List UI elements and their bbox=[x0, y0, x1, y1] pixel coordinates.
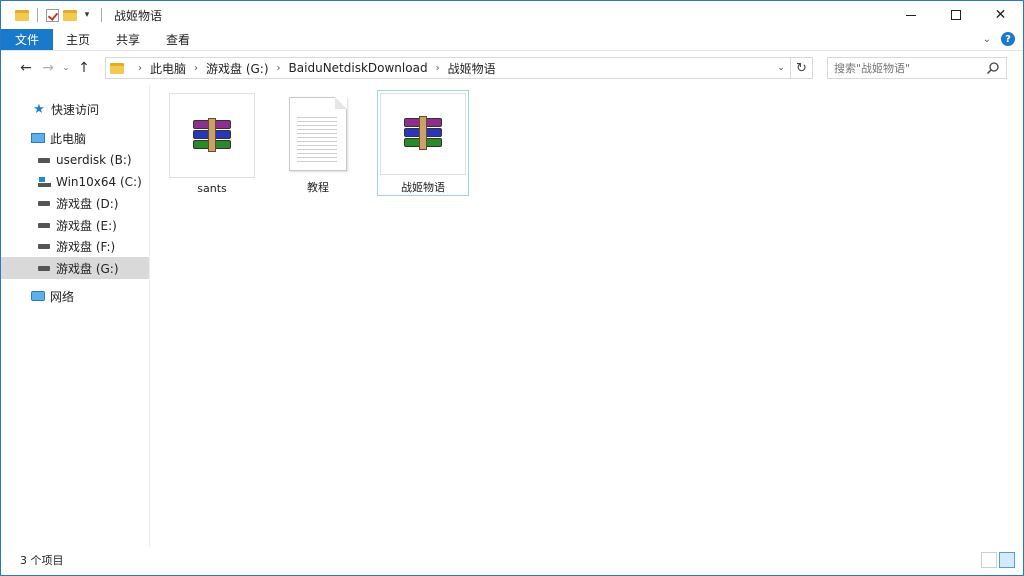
computer-icon bbox=[30, 131, 46, 145]
vertical-scrollbar[interactable] bbox=[1019, 85, 1023, 547]
new-folder-icon[interactable] bbox=[63, 9, 77, 21]
winrar-archive-icon bbox=[404, 116, 442, 150]
arrow-right-icon: → bbox=[42, 60, 54, 76]
nav-item-label: 游戏盘 (E:) bbox=[56, 218, 117, 233]
arrow-left-icon: ← bbox=[20, 60, 32, 76]
ribbon-controls: ⌄ ? bbox=[983, 32, 1015, 46]
breadcrumb-current-folder[interactable]: 战姬物语 bbox=[448, 60, 496, 77]
back-button[interactable]: ← bbox=[15, 56, 37, 80]
item-count: 3 个项目 bbox=[20, 554, 64, 567]
arrow-up-icon: ↑ bbox=[78, 60, 90, 76]
file-name: sants bbox=[197, 182, 227, 195]
explorer-window: ▾ 战姬物语 ✕ 文件 主页 共享 查看 ⌄ ? ← → ⌄ ↑ › 此电脑 ›… bbox=[0, 0, 1024, 576]
close-button[interactable]: ✕ bbox=[978, 1, 1023, 29]
chevron-down-icon: ⌄ bbox=[62, 63, 70, 73]
thumbnail bbox=[169, 93, 255, 178]
window-title: 战姬物语 bbox=[114, 8, 163, 23]
file-name: 战姬物语 bbox=[401, 181, 445, 194]
caption-buttons: ✕ bbox=[888, 1, 1023, 29]
nav-item-drive-b[interactable]: userdisk (B:) bbox=[1, 149, 149, 171]
file-item-tutorial[interactable]: 教程 bbox=[272, 91, 364, 195]
quick-access-toolbar: ▾ bbox=[1, 1, 106, 29]
nav-item-label: 网络 bbox=[50, 289, 75, 304]
nav-item-drive-c[interactable]: Win10x64 (C:) bbox=[1, 171, 149, 193]
text-document-icon bbox=[289, 97, 347, 171]
large-icons-view-icon[interactable] bbox=[999, 552, 1015, 568]
tab-share[interactable]: 共享 bbox=[103, 29, 153, 50]
nav-item-network[interactable]: 网络 bbox=[1, 285, 149, 307]
search-icon[interactable] bbox=[986, 61, 1000, 75]
drive-icon bbox=[36, 261, 52, 275]
nav-item-label: 游戏盘 (G:) bbox=[56, 261, 119, 276]
close-icon: ✕ bbox=[994, 7, 1007, 23]
breadcrumb-separator-icon[interactable]: › bbox=[269, 63, 289, 74]
nav-item-label: 快速访问 bbox=[51, 102, 100, 117]
nav-item-drive-g[interactable]: 游戏盘 (G:) bbox=[1, 257, 149, 279]
breadcrumb-drive-g[interactable]: 游戏盘 (G:) bbox=[206, 60, 269, 77]
file-item-sants[interactable]: sants bbox=[166, 91, 258, 195]
breadcrumb-separator-icon[interactable]: › bbox=[186, 63, 206, 74]
folder-icon bbox=[15, 9, 29, 21]
breadcrumb-this-pc[interactable]: 此电脑 bbox=[150, 60, 186, 77]
thumbnail bbox=[275, 93, 361, 175]
forward-button[interactable]: → bbox=[37, 56, 59, 80]
address-history-chevron-down-icon[interactable]: ⌄ bbox=[772, 58, 790, 78]
breadcrumb-separator-icon[interactable]: › bbox=[130, 63, 150, 74]
view-switcher bbox=[981, 552, 1015, 568]
address-bar[interactable]: › 此电脑 › 游戏盘 (G:) › BaiduNetdiskDownload … bbox=[105, 57, 813, 79]
navigation-pane: ★ 快速访问 此电脑 userdisk (B:) Win10x64 (C:) 游… bbox=[1, 85, 150, 547]
winrar-archive-icon bbox=[193, 117, 231, 152]
file-list: sants 教程 战姬物语 bbox=[151, 85, 1023, 547]
file-name: 教程 bbox=[307, 181, 329, 194]
properties-icon[interactable] bbox=[46, 8, 59, 22]
status-bar: 3 个项目 bbox=[1, 549, 1023, 571]
minimize-icon bbox=[905, 14, 916, 16]
nav-item-label: 游戏盘 (D:) bbox=[56, 196, 119, 211]
drive-icon bbox=[36, 153, 52, 167]
separator bbox=[37, 8, 38, 22]
nav-item-label: 此电脑 bbox=[50, 131, 87, 146]
folder-icon bbox=[110, 62, 124, 74]
breadcrumb-separator-icon[interactable]: › bbox=[428, 63, 448, 74]
tab-view[interactable]: 查看 bbox=[153, 29, 203, 50]
nav-item-quick-access[interactable]: ★ 快速访问 bbox=[1, 98, 149, 120]
nav-item-label: Win10x64 (C:) bbox=[56, 175, 142, 189]
drive-icon bbox=[36, 239, 52, 253]
minimize-button[interactable] bbox=[888, 1, 933, 29]
nav-item-this-pc[interactable]: 此电脑 bbox=[1, 127, 149, 149]
separator bbox=[101, 8, 102, 22]
nav-item-label: userdisk (B:) bbox=[56, 153, 132, 167]
nav-item-drive-f[interactable]: 游戏盘 (F:) bbox=[1, 235, 149, 257]
details-view-icon[interactable] bbox=[981, 552, 997, 568]
nav-item-label: 游戏盘 (F:) bbox=[56, 239, 116, 254]
thumbnail bbox=[380, 93, 466, 175]
customize-toolbar-dropdown-icon[interactable]: ▾ bbox=[81, 10, 93, 20]
drive-icon bbox=[36, 196, 52, 210]
windows-drive-icon bbox=[36, 175, 52, 189]
breadcrumb-baidunetdiskdownload[interactable]: BaiduNetdiskDownload bbox=[289, 61, 428, 75]
maximize-icon bbox=[950, 10, 961, 20]
network-icon bbox=[30, 289, 46, 303]
recent-locations-dropdown[interactable]: ⌄ bbox=[59, 63, 73, 73]
expand-ribbon-chevron-icon[interactable]: ⌄ bbox=[983, 34, 991, 45]
search-input[interactable] bbox=[834, 59, 984, 77]
help-icon[interactable]: ? bbox=[1001, 32, 1015, 46]
drive-icon bbox=[36, 218, 52, 232]
nav-item-drive-d[interactable]: 游戏盘 (D:) bbox=[1, 192, 149, 214]
ribbon-tabs: 文件 主页 共享 查看 ⌄ ? bbox=[1, 29, 1023, 51]
maximize-button[interactable] bbox=[933, 1, 978, 29]
nav-item-drive-e[interactable]: 游戏盘 (E:) bbox=[1, 214, 149, 236]
up-button[interactable]: ↑ bbox=[73, 56, 95, 80]
search-box[interactable] bbox=[827, 57, 1007, 79]
tab-home[interactable]: 主页 bbox=[53, 29, 103, 50]
refresh-icon[interactable]: ↻ bbox=[790, 58, 812, 78]
file-item-zhanji-wuyu[interactable]: 战姬物语 bbox=[377, 90, 469, 196]
navigation-bar: ← → ⌄ ↑ › 此电脑 › 游戏盘 (G:) › BaiduNetdiskD… bbox=[1, 53, 1023, 83]
tab-file[interactable]: 文件 bbox=[1, 29, 54, 50]
star-icon: ★ bbox=[33, 101, 45, 117]
title-bar: ▾ 战姬物语 ✕ bbox=[1, 1, 1023, 29]
